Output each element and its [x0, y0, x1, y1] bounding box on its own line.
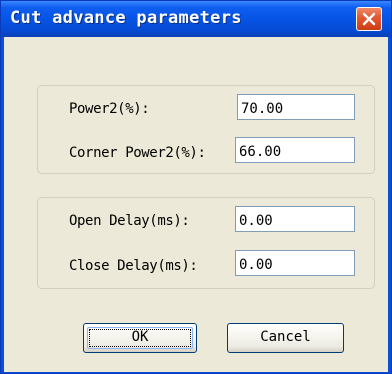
- dialog-window: Cut advance parameters Power2(%): Corner…: [0, 0, 392, 374]
- ok-button-label: OK: [131, 329, 149, 345]
- close-delay-input[interactable]: [235, 250, 355, 276]
- power2-input[interactable]: [237, 94, 355, 120]
- close-delay-label: Close Delay(ms):: [69, 258, 198, 274]
- corner-power2-input[interactable]: [235, 137, 355, 163]
- ok-button[interactable]: OK: [83, 323, 197, 353]
- close-icon: [362, 12, 376, 26]
- open-delay-input[interactable]: [235, 206, 355, 232]
- corner-power2-label: Corner Power2(%):: [69, 145, 206, 161]
- close-button[interactable]: [356, 7, 382, 31]
- cancel-button-label: Cancel: [260, 329, 311, 345]
- title-bar[interactable]: Cut advance parameters: [1, 1, 391, 37]
- window-title: Cut advance parameters: [10, 8, 242, 28]
- power2-label: Power2(%):: [69, 101, 150, 117]
- cancel-button[interactable]: Cancel: [227, 323, 344, 353]
- open-delay-label: Open Delay(ms):: [69, 213, 190, 229]
- dialog-body: Power2(%): Corner Power2(%): Open Delay(…: [4, 37, 388, 372]
